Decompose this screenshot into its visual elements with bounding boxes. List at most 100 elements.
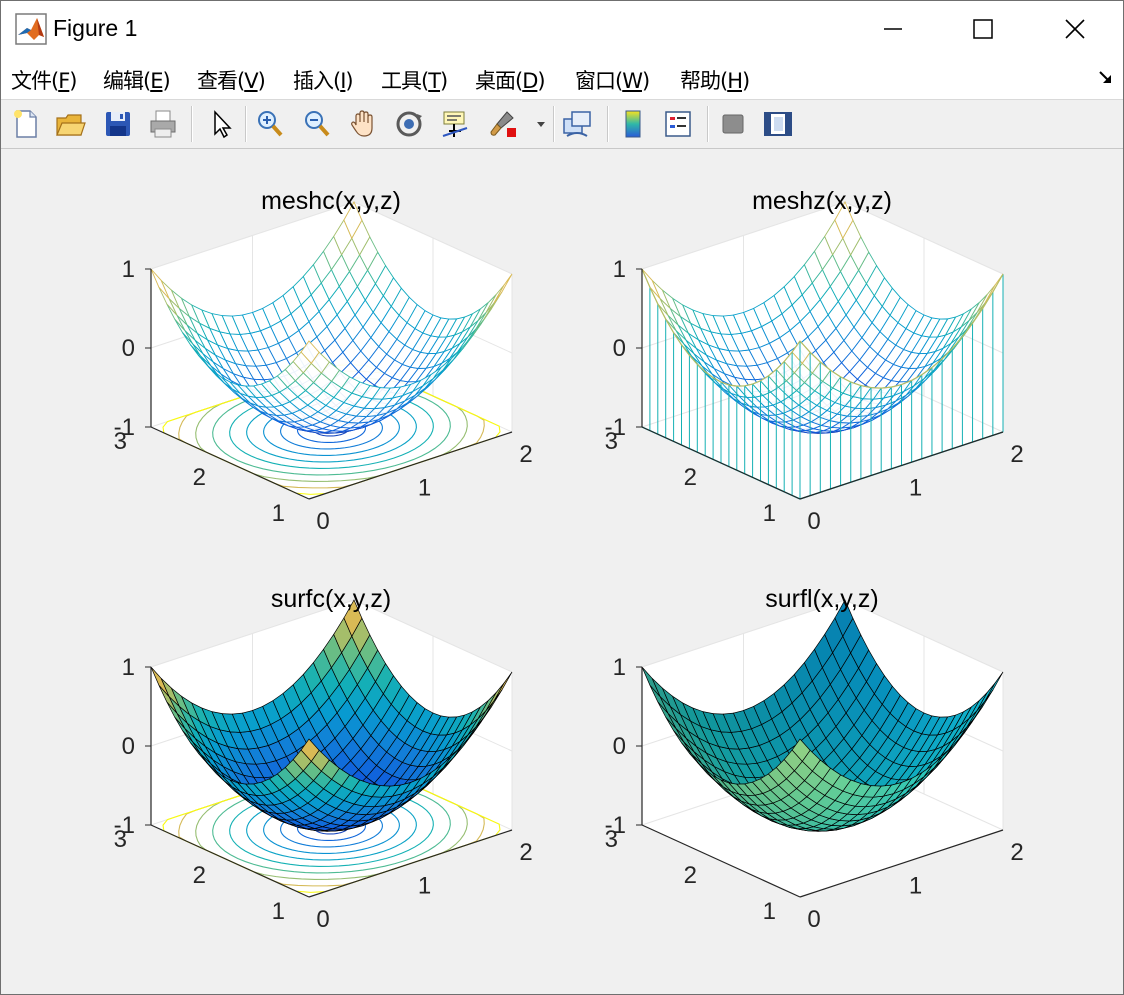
y-tick-label: 1 [272, 500, 285, 527]
link-plot-icon [563, 111, 591, 137]
dock-figure-icon[interactable] [1097, 69, 1115, 87]
pan-hand-button[interactable] [347, 108, 379, 140]
x-tick-label: 2 [519, 441, 532, 468]
link-plot-button[interactable] [561, 108, 593, 140]
subplot-title: surfc(x,y,z) [271, 585, 391, 613]
x-tick-label: 0 [807, 508, 820, 535]
zoom-out-button[interactable] [301, 108, 333, 140]
x-tick-label: 1 [418, 873, 431, 900]
brush-button[interactable] [487, 108, 519, 140]
x-tick-label: 0 [807, 906, 820, 933]
new-figure-button[interactable] [10, 108, 42, 140]
subplot-title: meshz(x,y,z) [752, 187, 892, 215]
toolbar-separator [553, 106, 555, 142]
brush-dropdown-icon [537, 122, 545, 127]
rotate-3d-button[interactable] [393, 108, 425, 140]
x-tick-label: 2 [1010, 441, 1023, 468]
y-tick-label: 3 [605, 826, 618, 853]
zoom-in-button[interactable] [254, 108, 286, 140]
subplot-title: surfl(x,y,z) [765, 585, 878, 613]
menu-bar: 文件(F) 编辑(E) 查看(V) 插入(I) 工具(T) 桌面(D) 窗口(W) 帮助(H) [1, 57, 1123, 100]
subplot-surfc[interactable]: surfc(x,y,z)-101123012 [114, 585, 533, 933]
close-button[interactable] [1029, 1, 1121, 57]
menu-label-end: ) [641, 69, 650, 93]
menu-item-w[interactable]: 窗口(W) [575, 65, 650, 95]
open-button[interactable] [54, 108, 86, 140]
subplot-title: meshc(x,y,z) [261, 187, 401, 215]
legend-button[interactable] [662, 108, 694, 140]
subplot-meshz[interactable]: meshz(x,y,z)-101123012 [605, 187, 1024, 535]
menu-label: 编辑( [103, 69, 151, 93]
close-icon [1065, 19, 1085, 39]
x-tick-label: 1 [418, 475, 431, 502]
hide-plot-tools-icon [722, 114, 744, 134]
x-tick-label: 1 [909, 873, 922, 900]
x-tick-label: 2 [1010, 839, 1023, 866]
z-tick-label: 0 [122, 335, 135, 362]
rotate-3d-icon [396, 111, 422, 137]
menu-label: 工具( [381, 69, 429, 93]
data-cursor-button[interactable] [439, 108, 471, 140]
menu-item-d[interactable]: 桌面(D) [475, 65, 546, 95]
menu-label: 帮助( [680, 69, 728, 93]
brush-dropdown-button[interactable] [529, 108, 549, 140]
z-tick-label: 0 [613, 335, 626, 362]
matlab-logo-icon [15, 13, 47, 45]
subplot-meshc[interactable]: meshc(x,y,z)-101123012 [114, 187, 533, 535]
colorbar-icon [625, 110, 641, 138]
menu-item-h[interactable]: 帮助(H) [680, 65, 750, 95]
menu-item-e[interactable]: 编辑(E) [103, 65, 171, 95]
menu-label: 查看( [197, 69, 245, 93]
print-icon [150, 110, 176, 138]
maximize-icon [973, 19, 993, 39]
subplot-grid: meshc(x,y,z)-101123012meshz(x,y,z)-10112… [114, 187, 1024, 933]
show-plot-tools-button[interactable] [762, 108, 794, 140]
toolbar-separator [191, 106, 193, 142]
menu-label: 插入( [293, 69, 341, 93]
z-tick-label: 1 [122, 256, 135, 283]
menu-label-end: ) [537, 69, 545, 93]
select-arrow-button[interactable] [205, 108, 237, 140]
z-tick-label: 1 [613, 654, 626, 681]
y-tick-label: 1 [763, 898, 776, 925]
menu-item-v[interactable]: 查看(V) [197, 65, 266, 95]
x-tick-label: 0 [316, 906, 329, 933]
menu-item-f[interactable]: 文件(F) [11, 65, 78, 95]
y-tick-label: 3 [114, 826, 127, 853]
z-tick-label: 1 [122, 654, 135, 681]
menu-label-end: ) [257, 69, 266, 93]
menu-label-end: ) [69, 69, 77, 93]
brush-icon [490, 111, 516, 137]
figure-window: Figure 1 文件(F) 编辑(E) 查看(V) 插入(I) 工具(T) 桌面(D) 窗… [0, 0, 1124, 995]
z-tick-label: 1 [613, 256, 626, 283]
pan-hand-icon [351, 110, 373, 137]
menu-label-end: ) [345, 69, 353, 93]
print-button[interactable] [147, 108, 179, 140]
window-title: Figure 1 [53, 15, 138, 41]
colorbar-button[interactable] [617, 108, 649, 140]
menu-item-t[interactable]: 工具(T) [381, 65, 448, 95]
y-tick-label: 2 [684, 464, 697, 491]
x-tick-label: 2 [519, 839, 532, 866]
menu-accelerator: H [727, 69, 743, 93]
menu-item-i[interactable]: 插入(I) [293, 65, 354, 95]
menu-label: 文件( [11, 69, 59, 93]
z-tick-label: 0 [613, 733, 626, 760]
maximize-button[interactable] [937, 1, 1029, 57]
menu-label: 桌面( [475, 69, 523, 93]
subplot-surfl[interactable]: surfl(x,y,z)-101123012 [605, 585, 1024, 933]
toolbar-separator [607, 106, 609, 142]
menu-label-end: ) [162, 69, 170, 93]
minimize-button[interactable] [847, 1, 939, 57]
new-figure-icon [14, 110, 37, 138]
save-button[interactable] [102, 108, 134, 140]
menu-label-end: ) [742, 69, 750, 93]
hide-plot-tools-button[interactable] [717, 108, 749, 140]
figure-canvas: meshc(x,y,z) -1 0 1 1 2 3 0 1 2 meshz(x,y,z) -1 0 1 1 2… [1, 149, 1123, 994]
menu-accelerator: D [522, 69, 538, 93]
show-plot-tools-icon [764, 112, 792, 136]
title-bar[interactable]: Figure 1 [1, 1, 1123, 57]
legend-icon [665, 111, 691, 137]
menu-accelerator: E [150, 69, 163, 93]
y-tick-label: 2 [193, 464, 206, 491]
